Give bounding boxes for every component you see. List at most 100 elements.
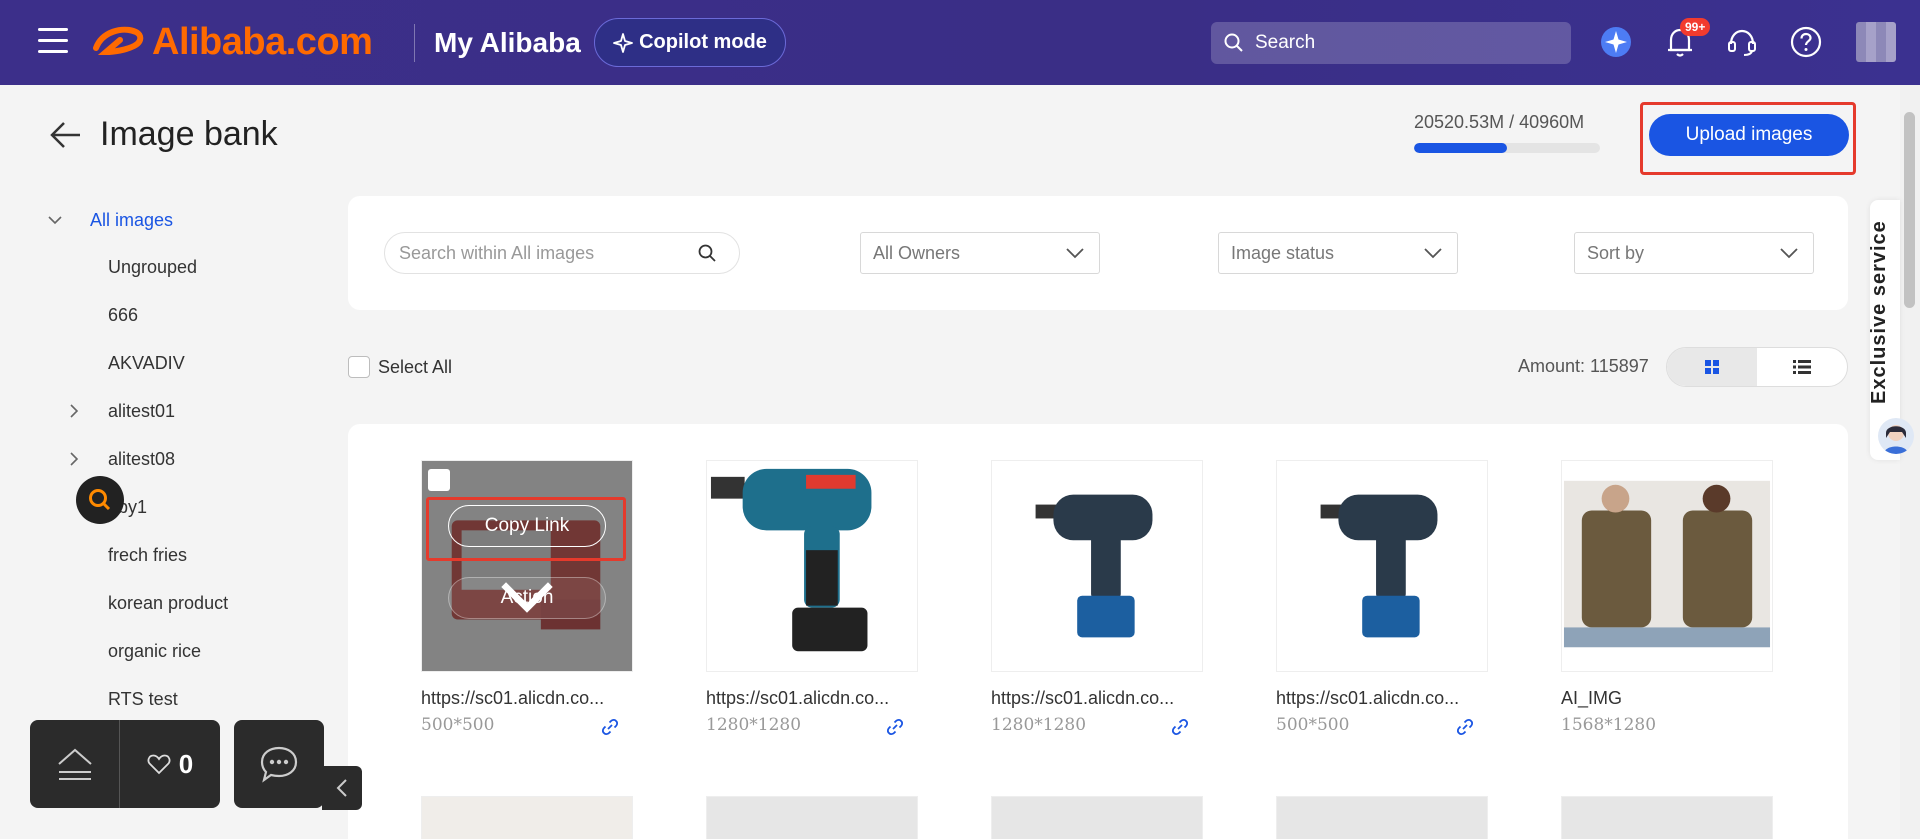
image-grid: Copy Link Action https://sc01.alicdn.co.… (348, 424, 1848, 839)
blue-drill-image (707, 461, 917, 671)
tree-item-frech-fries[interactable]: frech fries (108, 545, 187, 566)
tree-item-666[interactable]: 666 (108, 305, 138, 326)
list-view-button[interactable] (1757, 348, 1847, 386)
action-dropdown-button[interactable]: Action (448, 577, 606, 619)
image-thumbnail[interactable] (1276, 460, 1488, 672)
chevron-right-icon[interactable] (66, 451, 82, 467)
image-search-input[interactable]: Search within All images (384, 232, 740, 274)
chevron-down-icon (1424, 248, 1442, 259)
drill-image (1277, 461, 1487, 671)
search-icon (89, 489, 111, 511)
chevron-down-icon[interactable] (47, 212, 63, 228)
chevron-right-icon[interactable] (66, 403, 82, 419)
chevron-down-icon (501, 582, 553, 613)
user-avatar[interactable] (1856, 22, 1896, 62)
image-name: https://sc01.alicdn.co... (1276, 688, 1460, 708)
scrollbar-thumb[interactable] (1904, 112, 1915, 308)
header-search-input[interactable]: Search (1211, 22, 1571, 64)
tree-item-organic-rice[interactable]: organic rice (108, 641, 201, 662)
copilot-mode-label: Copilot mode (639, 31, 767, 53)
heart-icon (147, 754, 171, 775)
floating-search-button[interactable] (76, 476, 124, 524)
alibaba-logo-mark-icon (93, 26, 144, 56)
storage-progress-bar (1414, 143, 1600, 153)
tree-item-korean-product[interactable]: korean product (108, 593, 228, 614)
link-icon[interactable] (886, 718, 904, 736)
logo-text: Alibaba.com (152, 20, 373, 63)
exclusive-service-label: Exclusive service (1868, 220, 1890, 404)
image-thumbnail[interactable] (706, 460, 918, 672)
image-status-select[interactable]: Image status (1218, 232, 1458, 274)
image-status-select-value: Image status (1231, 242, 1335, 263)
tree-item-rts-test[interactable]: RTS test (108, 689, 178, 710)
link-icon[interactable] (1456, 718, 1474, 736)
tree-item-alitest01[interactable]: alitest01 (108, 401, 175, 422)
header-divider (414, 24, 415, 62)
image-tile[interactable]: https://sc01.alicdn.co... 1280*1280 (991, 460, 1203, 736)
image-thumbnail[interactable] (706, 796, 918, 839)
back-arrow-icon[interactable] (48, 118, 84, 152)
view-toggle (1666, 347, 1848, 387)
copilot-mode-button[interactable]: Copilot mode (594, 18, 786, 67)
search-icon (1224, 33, 1243, 52)
chat-bubble-icon (260, 746, 298, 783)
image-tile[interactable]: https://sc01.alicdn.co... 500*500 (1276, 460, 1488, 736)
checkbox[interactable] (348, 356, 370, 378)
tree-item-all-images[interactable]: All images (90, 210, 173, 231)
owners-select-value: All Owners (873, 242, 961, 263)
storage-progress-fill (1414, 143, 1508, 153)
back-to-top-button[interactable] (30, 720, 120, 808)
upload-images-button[interactable]: Upload images (1649, 114, 1849, 156)
tree-item-alitest08[interactable]: alitest08 (108, 449, 175, 470)
section-title[interactable]: My Alibaba (434, 24, 581, 62)
chevron-left-icon (336, 779, 347, 797)
image-thumbnail[interactable] (421, 796, 633, 839)
storage-usage-text: 20520.53M / 40960M (1414, 112, 1585, 132)
menu-icon[interactable] (38, 28, 68, 54)
link-icon[interactable] (1171, 718, 1189, 736)
tree-item-ungrouped[interactable]: Ungrouped (108, 257, 197, 278)
tile-checkbox[interactable] (428, 469, 450, 491)
copy-link-button[interactable]: Copy Link (448, 505, 606, 547)
image-thumbnail[interactable] (1561, 460, 1773, 672)
chevron-down-icon (1066, 248, 1084, 259)
eject-up-icon (57, 748, 92, 780)
top-bar: Alibaba.com My Alibaba Copilot mode Sear… (0, 0, 1920, 85)
service-agent-avatar[interactable] (1878, 418, 1914, 454)
link-icon[interactable] (601, 718, 619, 736)
image-tile[interactable]: AI_IMG 1568*1280 (1561, 460, 1773, 735)
search-icon[interactable] (697, 243, 717, 263)
chevron-down-icon (1780, 248, 1798, 259)
page-title: Image bank (100, 115, 278, 153)
select-all-checkbox[interactable]: Select All (348, 356, 452, 378)
image-thumbnail[interactable]: Copy Link Action (421, 460, 633, 672)
notification-badge: 99+ (1680, 18, 1711, 36)
tile-hover-overlay: Copy Link Action (422, 461, 632, 671)
help-icon[interactable] (1788, 24, 1824, 60)
favorites-button[interactable]: 0 (120, 749, 220, 780)
sort-by-select[interactable]: Sort by (1574, 232, 1814, 274)
grid-view-icon (1705, 360, 1719, 374)
image-name: https://sc01.alicdn.co... (991, 688, 1175, 708)
image-thumbnail[interactable] (1276, 796, 1488, 839)
image-tile[interactable]: https://sc01.alicdn.co... 1280*1280 (706, 460, 918, 736)
filter-bar: Search within All images All Owners Imag… (348, 196, 1848, 310)
image-search-placeholder: Search within All images (399, 242, 595, 263)
owners-select[interactable]: All Owners (860, 232, 1100, 274)
image-dimensions: 1568*1280 (1561, 715, 1657, 735)
tree-item-akvadiv[interactable]: AKVADIV (108, 353, 185, 374)
image-tile[interactable]: Copy Link Action https://sc01.alicdn.co.… (421, 460, 633, 736)
collapse-dock-button[interactable] (322, 766, 362, 810)
select-all-label: Select All (378, 356, 453, 377)
customer-service-icon[interactable] (1724, 24, 1760, 60)
image-name: AI_IMG (1561, 688, 1623, 708)
alibaba-logo[interactable]: Alibaba.com (92, 20, 373, 64)
image-thumbnail[interactable] (1561, 796, 1773, 839)
image-thumbnail[interactable] (991, 796, 1203, 839)
sparkle-icon (613, 32, 634, 53)
grid-view-button[interactable] (1667, 348, 1757, 386)
image-name: https://sc01.alicdn.co... (421, 688, 605, 708)
image-thumbnail[interactable] (991, 460, 1203, 672)
chat-button[interactable] (234, 720, 324, 808)
ai-assistant-icon[interactable] (1598, 24, 1634, 60)
